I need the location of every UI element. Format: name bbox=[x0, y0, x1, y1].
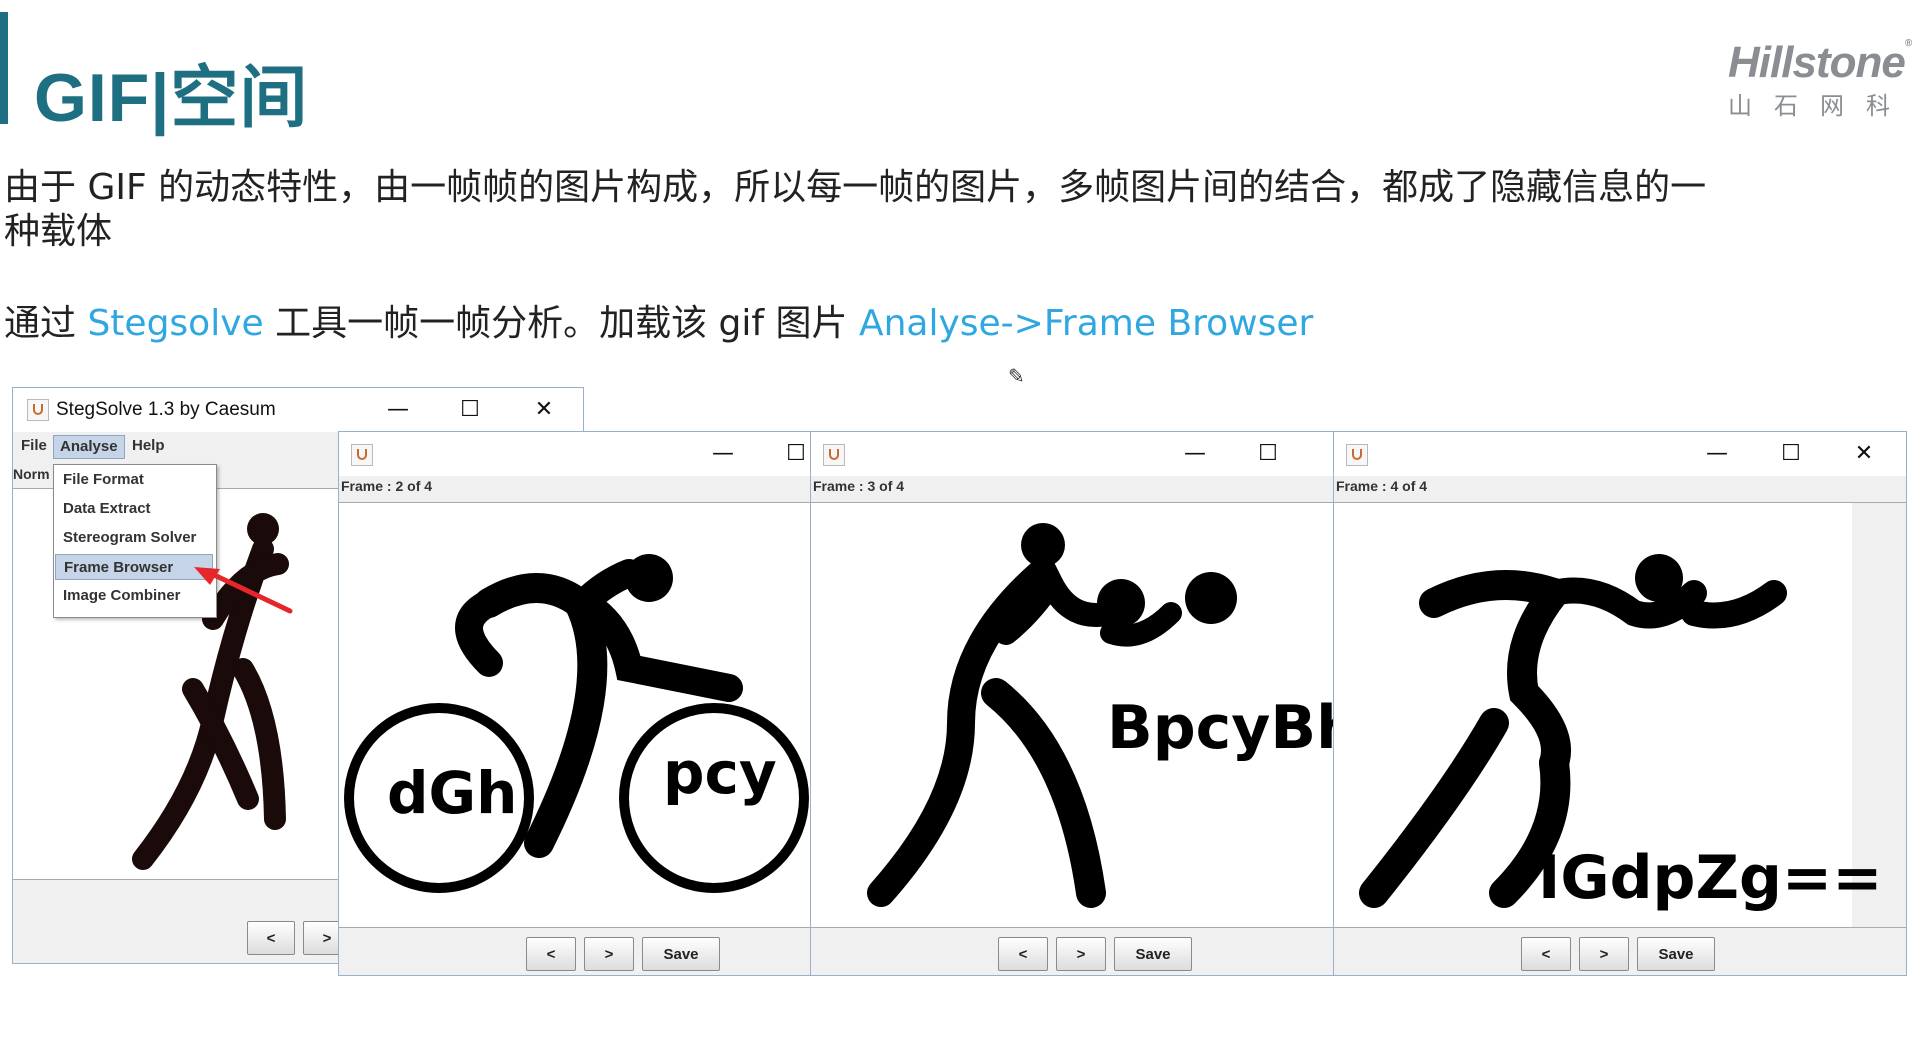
frame2-text-1: dGh bbox=[387, 759, 517, 827]
menu-analyse[interactable]: Analyse bbox=[53, 435, 125, 459]
instruction-text-1: 通过 bbox=[4, 303, 88, 344]
java-app-icon bbox=[351, 444, 373, 466]
maximize-button[interactable]: ☐ bbox=[1773, 438, 1809, 470]
frame4-titlebar: — ☐ ✕ bbox=[1334, 432, 1906, 476]
frame-window-3: — ☐ Frame : 3 of 4 BpcyBh < > Save bbox=[810, 431, 1359, 976]
frame-label: Frame : 3 of 4 bbox=[813, 478, 905, 494]
logo-text: Hillstone bbox=[1728, 38, 1906, 87]
pencil-cursor-icon: ✎ bbox=[1008, 364, 1025, 388]
image-mode-label: Norm bbox=[13, 466, 50, 482]
prev-button[interactable]: < bbox=[998, 937, 1048, 971]
slide-title: GIF|空间 bbox=[34, 60, 309, 136]
minimize-button[interactable]: — bbox=[705, 438, 741, 470]
save-button[interactable]: Save bbox=[1637, 937, 1715, 971]
minimize-button[interactable]: — bbox=[1177, 438, 1213, 470]
java-app-icon bbox=[1346, 444, 1368, 466]
frame-label: Frame : 2 of 4 bbox=[341, 478, 433, 494]
menu-item-data-extract[interactable]: Data Extract bbox=[55, 496, 213, 522]
frame3-text: BpcyBh bbox=[1107, 693, 1333, 763]
running-figure: IGdpZg== bbox=[1359, 503, 1906, 927]
frame3-titlebar: — ☐ bbox=[811, 432, 1333, 476]
frame3-canvas: BpcyBh bbox=[811, 502, 1359, 928]
menu-path-link: Analyse->Frame Browser bbox=[858, 303, 1314, 344]
prev-button[interactable]: < bbox=[526, 937, 576, 971]
save-button[interactable]: Save bbox=[1114, 937, 1192, 971]
java-app-icon bbox=[823, 444, 845, 466]
frame2-titlebar: — ☐ bbox=[339, 432, 810, 476]
hillstone-logo: Hillstone® 山石网科 bbox=[1728, 38, 1918, 128]
next-button[interactable]: > bbox=[584, 937, 634, 971]
maximize-button[interactable]: ☐ bbox=[452, 394, 488, 426]
title-accent-bar bbox=[0, 12, 8, 124]
menu-file[interactable]: File bbox=[15, 435, 53, 457]
prev-button[interactable]: < bbox=[1521, 937, 1571, 971]
instruction-paragraph: 通过 Stegsolve 工具一帧一帧分析。加载该 gif 图片 Analyse… bbox=[4, 302, 1313, 346]
menu-help[interactable]: Help bbox=[126, 435, 171, 457]
logo-chinese-text: 山石网科 bbox=[1728, 92, 1912, 120]
save-button[interactable]: Save bbox=[642, 937, 720, 971]
red-annotation-arrow bbox=[194, 567, 293, 614]
cycling-figure: dGh pcy bbox=[344, 554, 809, 893]
frame-label: Frame : 4 of 4 bbox=[1336, 478, 1428, 494]
close-button[interactable]: ✕ bbox=[1846, 438, 1882, 470]
frame2-text-2: pcy bbox=[663, 739, 777, 807]
logo-registered-mark: ® bbox=[1904, 38, 1912, 49]
frame-window-4: — ☐ ✕ Frame : 4 of 4 IGdpZg== < > Save bbox=[1333, 431, 1907, 976]
main-window-title: StegSolve 1.3 by Caesum bbox=[56, 399, 276, 420]
description-paragraph: 由于 GIF 的动态特性，由一帧帧的图片构成，所以每一帧的图片，多帧图片间的结合… bbox=[4, 167, 1707, 252]
frame4-text: IGdpZg== bbox=[1538, 843, 1882, 913]
next-button[interactable]: > bbox=[1056, 937, 1106, 971]
minimize-button[interactable]: — bbox=[1699, 438, 1735, 470]
menu-item-stereogram-solver[interactable]: Stereogram Solver bbox=[55, 525, 213, 551]
instruction-text-2: 工具一帧一帧分析。加载该 gif 图片 bbox=[263, 303, 859, 344]
frame-window-2: — ☐ Frame : 2 of 4 dGh pcy < > Save bbox=[338, 431, 811, 976]
minimize-button[interactable]: — bbox=[380, 394, 416, 426]
maximize-button[interactable]: ☐ bbox=[1250, 438, 1286, 470]
next-button[interactable]: > bbox=[1579, 937, 1629, 971]
maximize-button[interactable]: ☐ bbox=[778, 438, 814, 470]
stegsolve-link: Stegsolve bbox=[87, 303, 264, 344]
tabletennis-figure: BpcyBh bbox=[867, 523, 1359, 908]
close-button[interactable]: ✕ bbox=[526, 394, 562, 426]
menu-item-file-format[interactable]: File Format bbox=[55, 467, 213, 493]
java-app-icon bbox=[27, 399, 49, 421]
main-titlebar: StegSolve 1.3 by Caesum — ☐ ✕ bbox=[13, 388, 583, 432]
frame2-canvas: dGh pcy bbox=[339, 502, 810, 928]
frame4-canvas: IGdpZg== bbox=[1334, 502, 1906, 928]
prev-button[interactable]: < bbox=[247, 921, 295, 955]
